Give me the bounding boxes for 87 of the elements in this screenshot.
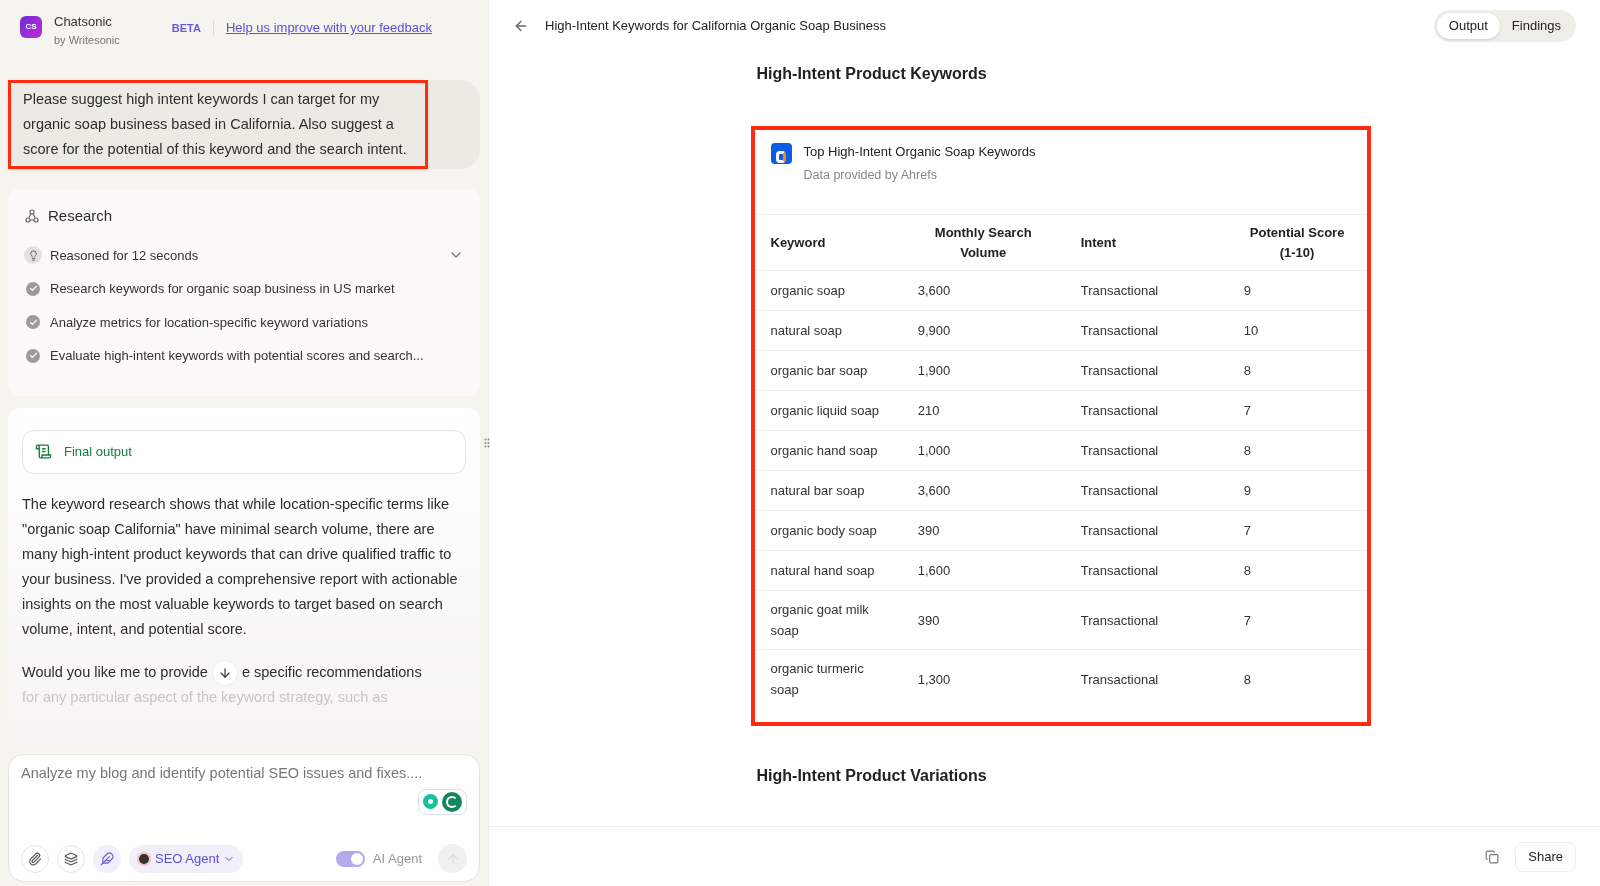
table-cell: 8: [1227, 430, 1367, 471]
table-cell: Transactional: [1064, 550, 1228, 591]
table-cell: 8: [1227, 550, 1367, 591]
table-cell: Transactional: [1064, 649, 1228, 708]
table-cell: organic liquid soap: [754, 390, 902, 431]
table-cell: 10: [1227, 310, 1367, 351]
table-cell: organic hand soap: [754, 430, 902, 471]
final-output-text: The keyword research shows that while location-specific terms like "organic soap California" have minimal search volume, there are many high-intent product keywords that can drive qualified traffic to your business. I've provided a comprehensive report with actionable insights on the most valuable keywords to target based on search volume, intent, and potential score.: [22, 494, 459, 639]
table-cell: 8: [1227, 649, 1367, 708]
view-tab[interactable]: Findings: [1499, 13, 1573, 39]
prompt-field[interactable]: Analyze my blog and identify potential SEO issues and fixes....: [21, 763, 467, 785]
avatar-icon: [137, 851, 151, 866]
table-cell: natural bar soap: [754, 470, 902, 511]
table-cell: organic bar soap: [754, 350, 902, 391]
scroll-icon: [35, 443, 52, 460]
column-header: Keyword: [754, 214, 902, 271]
table-cell: 1,900: [901, 350, 1065, 391]
table-cell: 3,600: [901, 470, 1065, 511]
layers-icon: [64, 851, 78, 866]
table-cell: 9,900: [901, 310, 1065, 351]
research-title: Research: [48, 206, 113, 226]
share-button[interactable]: Share: [1515, 841, 1576, 872]
table-cell: 210: [901, 390, 1065, 431]
table-cell: 7: [1227, 510, 1367, 551]
feedback-link[interactable]: Help us improve with your feedback: [225, 18, 432, 38]
step-label: Evaluate high-intent keywords with potential scores and search...: [50, 347, 424, 365]
table-cell: 1,000: [901, 430, 1065, 471]
table-cell: Transactional: [1064, 270, 1228, 311]
table-cell: organic body soap: [754, 510, 902, 551]
feather-icon: [100, 851, 114, 866]
agent-selector[interactable]: SEO Agent: [129, 844, 244, 873]
final-output-header[interactable]: Final output: [22, 429, 466, 474]
reasoning-row[interactable]: Reasoned for 12 seconds: [24, 245, 464, 265]
table-cell: Transactional: [1064, 430, 1228, 471]
reasoning-label: Reasoned for 12 seconds: [50, 246, 200, 265]
table-cell: Transactional: [1064, 310, 1228, 351]
table-cell: natural hand soap: [754, 550, 902, 591]
copy-button[interactable]: [1485, 849, 1500, 864]
column-header: Monthly Search Volume: [901, 214, 1065, 271]
table-cell: natural soap: [754, 310, 902, 351]
table-cell: Transactional: [1064, 470, 1228, 511]
table-cell: 8: [1227, 350, 1367, 391]
g-logo-icon: [442, 791, 462, 812]
table-cell: 7: [1227, 590, 1367, 650]
table-cell: Transactional: [1064, 510, 1228, 551]
feather-button[interactable]: [93, 844, 121, 873]
copy-icon: [1485, 849, 1500, 864]
step-label: Research keywords for organic soap business in US market: [50, 280, 395, 298]
section-heading: High-Intent Product Variations: [756, 766, 988, 786]
step-label: Analyze metrics for location-specific keyword variations: [50, 313, 368, 332]
paperclip-icon: [28, 851, 42, 866]
table-cell: organic soap: [754, 270, 902, 311]
table-cell: 9: [1227, 270, 1367, 311]
table-cell: 3,600: [901, 270, 1065, 311]
follow-up-text: e specific recommendations: [241, 663, 422, 682]
document-title: High-Intent Keywords for California Organic Soap Business: [545, 17, 887, 36]
ai-agent-label: AI Agent: [372, 849, 422, 868]
user-message: Please suggest high intent keywords I can target for my organic soap business based in California. Also suggest a score for the potential of this keyword and the search intent.: [8, 80, 428, 169]
table-cell: 7: [1227, 390, 1367, 431]
table-cell: 390: [901, 590, 1065, 650]
final-output-label: Final output: [64, 442, 132, 461]
column-header: Intent: [1064, 214, 1228, 271]
view-tab[interactable]: Output: [1436, 13, 1500, 39]
table-cell: 1,600: [901, 550, 1065, 591]
drag-handle-icon[interactable]: [484, 438, 490, 448]
table-cell: Transactional: [1064, 590, 1228, 650]
column-header: Potential Score (1-10): [1227, 214, 1367, 271]
card-subtitle: Data provided by Ahrefs: [803, 166, 938, 184]
table-cell: 9: [1227, 470, 1367, 511]
back-button[interactable]: [513, 18, 529, 34]
scroll-down-button[interactable]: [211, 659, 238, 686]
beta-label: BETA: [171, 21, 201, 36]
table-cell: Transactional: [1064, 350, 1228, 391]
webhook-icon: [24, 208, 40, 225]
card-title: Top High-Intent Organic Soap Keywords: [803, 143, 1036, 161]
grammarly-widget[interactable]: [418, 788, 467, 815]
table-cell: organic goat milk soap: [754, 590, 902, 650]
table-cell: Transactional: [1064, 390, 1228, 431]
logo-icon: CS: [20, 16, 42, 38]
ai-agent-toggle[interactable]: [335, 850, 365, 867]
app-name: Chatsonic: [54, 13, 113, 31]
table-cell: 390: [901, 510, 1065, 551]
table-cell: 1,300: [901, 649, 1065, 708]
table-cell: organic turmeric soap: [754, 649, 902, 708]
follow-up-text: Would you like me to provide: [22, 663, 208, 682]
section-heading: High-Intent Product Keywords: [756, 64, 988, 84]
app-byline: by Writesonic: [54, 32, 120, 48]
